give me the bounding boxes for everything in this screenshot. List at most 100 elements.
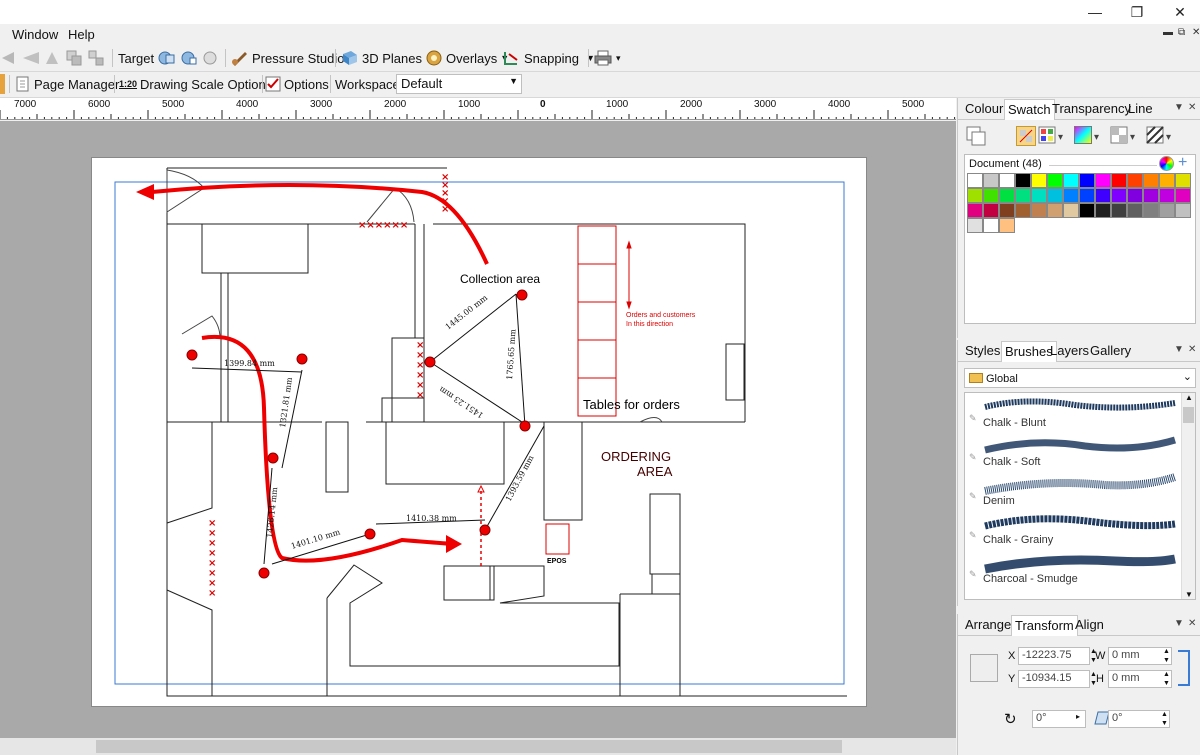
ungroup-icon[interactable] — [88, 48, 104, 68]
chevron-down-icon[interactable]: ▾ — [1094, 132, 1099, 143]
color-swatch[interactable] — [1047, 203, 1063, 218]
color-swatch[interactable] — [1175, 203, 1191, 218]
color-swatch[interactable] — [1031, 173, 1047, 188]
minimize-icon[interactable]: — — [1075, 2, 1115, 22]
color-swatch[interactable] — [999, 188, 1015, 203]
horizontal-scrollbar[interactable] — [0, 738, 956, 755]
list-item[interactable]: ✎ Denim — [965, 473, 1181, 512]
hatch-pattern-icon[interactable] — [1146, 126, 1164, 144]
tab-layers[interactable]: Layers — [1047, 343, 1092, 358]
add-swatch-icon[interactable]: + — [1178, 154, 1187, 172]
mdi-close-icon[interactable]: ✕ — [1192, 27, 1200, 38]
color-swatch[interactable] — [1015, 203, 1031, 218]
tab-align[interactable]: Align — [1072, 617, 1107, 632]
color-swatch[interactable] — [1143, 203, 1159, 218]
options-button[interactable]: Options — [265, 74, 329, 94]
color-swatch[interactable] — [1095, 203, 1111, 218]
snapping-button[interactable]: Snapping ▼ — [503, 48, 595, 68]
align-arrow-icon[interactable] — [22, 48, 40, 68]
color-swatch[interactable] — [1079, 203, 1095, 218]
tab-transparency[interactable]: Transparency — [1049, 101, 1134, 116]
workspace-dropdown[interactable]: Default ▼ — [396, 74, 522, 94]
list-item[interactable]: ✎ Chalk - Soft — [965, 434, 1181, 473]
color-swatch[interactable] — [1127, 173, 1143, 188]
color-swatch[interactable] — [1175, 188, 1191, 203]
menu-window[interactable]: Window — [12, 27, 58, 42]
color-wheel-icon[interactable] — [1159, 156, 1174, 171]
color-swatch[interactable] — [1063, 203, 1079, 218]
tab-swatch[interactable]: Swatch — [1004, 99, 1055, 120]
chevron-down-icon[interactable]: ▾ — [1166, 132, 1171, 143]
tab-arrange[interactable]: Arrange — [962, 617, 1014, 632]
color-swatch[interactable] — [1127, 188, 1143, 203]
tab-styles[interactable]: Styles — [962, 343, 1003, 358]
color-swatch[interactable] — [999, 173, 1015, 188]
panel-close-icon[interactable]: ✕ — [1188, 102, 1196, 113]
panel-menu-icon[interactable]: ▼ — [1174, 102, 1184, 113]
pressure-studio-button[interactable]: Pressure Studio — [231, 48, 345, 68]
panel-menu-icon[interactable]: ▼ — [1174, 344, 1184, 355]
color-swatch[interactable] — [983, 188, 999, 203]
color-swatch[interactable] — [1015, 188, 1031, 203]
restore-icon[interactable]: ❐ — [1117, 2, 1157, 22]
transparency-icon[interactable] — [1110, 126, 1128, 144]
color-swatch[interactable] — [999, 218, 1015, 233]
chevron-down-icon[interactable]: ▾ — [1058, 132, 1063, 143]
scrollbar-thumb[interactable] — [96, 740, 842, 753]
drawing-page[interactable]: × × × × × ×××××× × × × × × × × × × × × × × × — [91, 157, 867, 707]
align-left-icon[interactable] — [0, 48, 16, 68]
palette-grid-icon[interactable] — [1038, 126, 1056, 144]
color-swatch[interactable] — [1015, 173, 1031, 188]
color-swatch[interactable] — [1031, 203, 1047, 218]
close-icon[interactable]: ✕ — [1160, 2, 1200, 22]
3d-planes-button[interactable]: 3D Planes▼ — [341, 48, 434, 68]
h-stepper-icon[interactable]: ▲ ▼ — [1163, 670, 1170, 688]
color-swatch[interactable] — [1175, 173, 1191, 188]
color-swatch[interactable] — [1159, 203, 1175, 218]
page-manager-button[interactable]: Page Manager — [15, 74, 119, 94]
fill-line-swap-icon[interactable] — [966, 126, 986, 146]
color-swatch[interactable] — [1111, 188, 1127, 203]
color-swatch[interactable] — [1111, 173, 1127, 188]
y-field[interactable]: -10934.15 — [1018, 670, 1090, 688]
color-swatch[interactable] — [1095, 188, 1111, 203]
toolbar-overflow-icon[interactable]: ▾ — [616, 48, 621, 68]
panel-close-icon[interactable]: ✕ — [1188, 344, 1196, 355]
lock-aspect-icon[interactable] — [1178, 650, 1190, 686]
mdi-minimize-icon[interactable]: ▬ — [1163, 27, 1173, 38]
color-swatch[interactable] — [967, 173, 983, 188]
color-swatch[interactable] — [1111, 203, 1127, 218]
tab-colour[interactable]: Colour — [962, 101, 1006, 116]
group-icon[interactable] — [66, 48, 82, 68]
color-swatch[interactable] — [967, 218, 983, 233]
flip-icon[interactable] — [44, 48, 60, 68]
color-swatch[interactable] — [1143, 173, 1159, 188]
color-swatch[interactable] — [1127, 203, 1143, 218]
tab-transform[interactable]: Transform — [1011, 615, 1078, 636]
tab-gallery[interactable]: Gallery — [1087, 343, 1134, 358]
drawing-canvas[interactable]: × × × × × ×××××× × × × × × × × × × × × × × × — [0, 121, 956, 738]
overlays-button[interactable]: Overlays ▼ — [425, 48, 509, 68]
anchor-point-selector[interactable] — [970, 654, 998, 682]
target-intersect-icon[interactable] — [180, 48, 198, 68]
list-item[interactable]: ✎ Chalk - Grainy — [965, 512, 1181, 551]
mdi-restore-icon[interactable]: ⧉ — [1178, 27, 1185, 38]
color-swatch[interactable] — [983, 203, 999, 218]
color-swatch[interactable] — [1079, 173, 1095, 188]
color-swatch[interactable] — [1031, 188, 1047, 203]
color-swatch[interactable] — [1159, 188, 1175, 203]
w-stepper-icon[interactable]: ▲ ▼ — [1163, 647, 1170, 665]
color-swatch[interactable] — [1047, 173, 1063, 188]
drawing-scale-options-button[interactable]: 1:20 Drawing Scale Options — [119, 74, 272, 94]
color-swatch[interactable] — [983, 173, 999, 188]
color-swatch[interactable] — [1063, 173, 1079, 188]
brush-category-dropdown[interactable]: Global ⌄ — [964, 368, 1196, 388]
color-swatch[interactable] — [1079, 188, 1095, 203]
list-item[interactable]: ✎ Chalk - Blunt — [965, 395, 1181, 434]
color-swatch[interactable] — [983, 218, 999, 233]
scrollbar-thumb[interactable] — [1183, 407, 1194, 423]
color-swatch[interactable] — [1063, 188, 1079, 203]
tab-line[interactable]: Line — [1125, 101, 1156, 116]
panel-menu-icon[interactable]: ▼ — [1174, 618, 1184, 629]
scroll-up-icon[interactable]: ▲ — [1185, 393, 1193, 402]
